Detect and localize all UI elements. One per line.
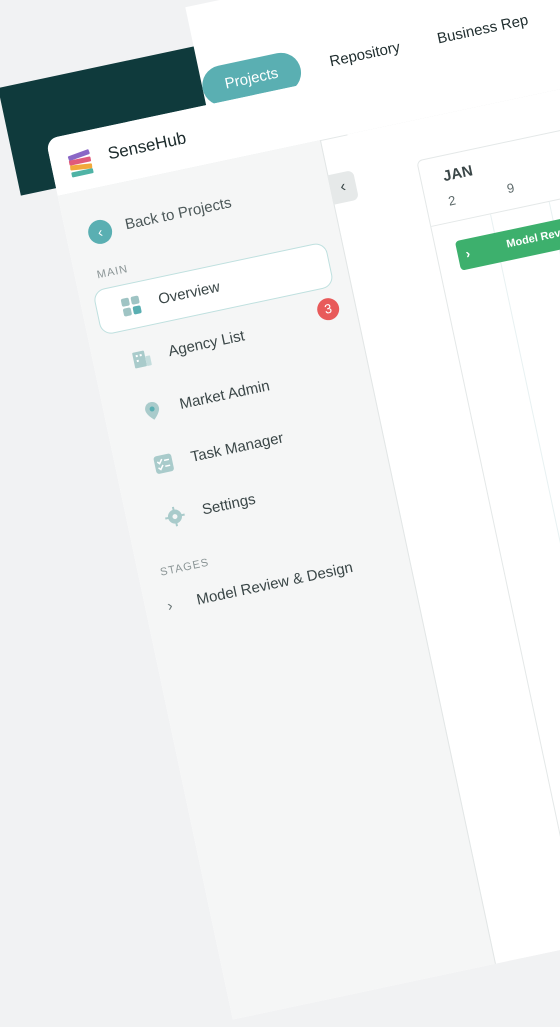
- gantt-day-label: 9: [505, 180, 516, 197]
- app-window: SenseHub ‹ Back to Projects MAIN Overvie…: [45, 0, 560, 1020]
- sidebar-item-label: Task Manager: [189, 429, 285, 466]
- gear-icon: [164, 506, 185, 527]
- back-label: Back to Projects: [123, 194, 234, 234]
- sidebar-item-label: Settings: [200, 490, 258, 519]
- app-scene: Projects Repository Business Rep SenseHu…: [0, 0, 560, 1020]
- checklist-icon: [153, 453, 174, 474]
- chevron-right-icon: ›: [464, 245, 472, 262]
- gantt-day-label: 2: [446, 192, 458, 209]
- gantt-task-label: Model Review & D: [505, 219, 560, 251]
- gantt-month-label: JAN: [441, 162, 475, 186]
- gantt-grid-line: [490, 214, 560, 841]
- notification-badge: 3: [315, 296, 342, 323]
- chevron-right-icon: ›: [165, 597, 175, 615]
- grid-icon: [120, 295, 142, 317]
- app-name: SenseHub: [106, 128, 188, 164]
- location-pin-icon: [145, 401, 160, 420]
- building-icon: [132, 350, 152, 369]
- stage-label: Model Review & Design: [195, 558, 355, 609]
- chevron-left-icon: ‹: [85, 217, 115, 247]
- sidebar-item-label: Market Admin: [178, 377, 272, 413]
- collapse-sidebar-button[interactable]: ‹: [327, 170, 360, 205]
- section-main-label: MAIN: [95, 263, 130, 282]
- sensehub-logo-icon: [67, 149, 94, 178]
- sidebar-item-label: Overview: [156, 278, 222, 309]
- sidebar-item-label: Agency List: [166, 327, 247, 361]
